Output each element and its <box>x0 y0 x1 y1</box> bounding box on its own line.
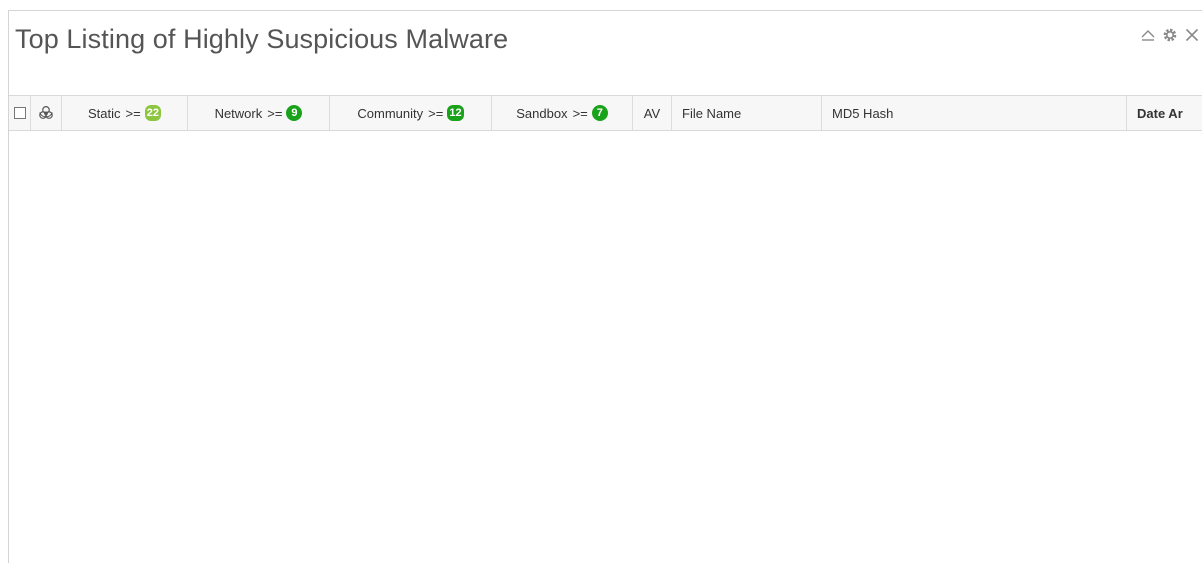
community-threshold-badge: 12 <box>447 105 464 121</box>
column-network[interactable]: Network >= 9 <box>188 96 330 130</box>
widget-controls <box>1138 25 1202 45</box>
widget-title: Top Listing of Highly Suspicious Malware <box>15 24 509 54</box>
static-operator: >= <box>125 105 141 121</box>
collapse-icon[interactable] <box>1138 25 1158 45</box>
network-label: Network <box>214 105 263 121</box>
select-all-checkbox[interactable] <box>13 107 26 119</box>
static-threshold-badge: 22 <box>144 105 161 121</box>
column-av[interactable]: AV <box>633 96 672 130</box>
network-operator: >= <box>267 105 283 121</box>
close-icon[interactable] <box>1182 25 1202 45</box>
column-sandbox[interactable]: Sandbox >= 7 <box>492 96 633 130</box>
community-operator: >= <box>428 105 444 121</box>
column-community[interactable]: Community >= 12 <box>330 96 492 130</box>
select-all-header[interactable] <box>9 96 31 130</box>
column-md5-hash[interactable]: MD5 Hash <box>822 96 1127 130</box>
sandbox-label: Sandbox <box>516 105 568 121</box>
community-label: Community <box>357 105 424 121</box>
table-header: Static >= 22 Network >= 9 Community >= 1… <box>9 96 1202 130</box>
static-label: Static <box>88 105 121 121</box>
column-static[interactable]: Static >= 22 <box>62 96 188 130</box>
sandbox-operator: >= <box>572 105 588 121</box>
malware-table: Static >= 22 Network >= 9 Community >= 1… <box>9 95 1202 131</box>
column-file-name[interactable]: File Name <box>672 96 822 130</box>
network-threshold-badge: 9 <box>286 105 303 121</box>
table-body <box>9 130 1202 564</box>
biohazard-header <box>31 96 62 130</box>
widget-panel: Top Listing of Highly Suspicious Malware <box>8 10 1202 563</box>
sandbox-threshold-badge: 7 <box>591 105 608 121</box>
gear-icon[interactable] <box>1160 25 1180 45</box>
biohazard-icon <box>39 106 53 119</box>
column-date[interactable]: Date Ar <box>1127 96 1202 130</box>
